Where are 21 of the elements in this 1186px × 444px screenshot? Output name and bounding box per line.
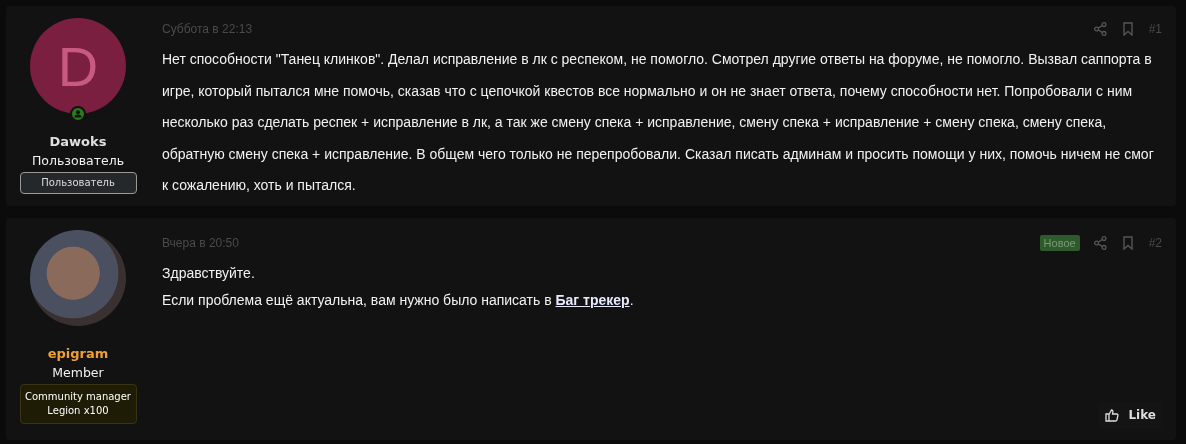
bookmark-icon[interactable] [1122, 236, 1133, 250]
user-banner: Community manager Legion x100 [19, 384, 137, 424]
post-text: Если проблема ещё актуальна, вам нужно было написать в Баг трекер. [162, 291, 635, 310]
post-text: Нет способности "Танец клинков". Делал исправление в лк с респеком, не помогло. Смотрел другие ответы на форуме, не помогло. Вызвал саппорта в игре, который пытался мне помочь, сказав что с цепочкой квестов все нормально и он не знает ответа, почему способности нет. Попробовали с ним несколько раз сделать респек + исправление в лк, а так же смену спека + исправление, смену спека + исправление + смену спека, смену спека, обратную смену спека + исправление. В общем чего только не перепробовали. Сказал писать админам и просить помощи у них, помочь ничем не смог к сожалению, хоть и пытался. [162, 50, 1155, 195]
user-title: Пользователь [31, 153, 125, 168]
share-icon[interactable] [1093, 22, 1107, 36]
bug-tracker-link[interactable]: Баг трекер [555, 292, 630, 308]
post-number-link[interactable]: #1 [1148, 22, 1162, 36]
post-number-link[interactable]: #2 [1148, 236, 1162, 250]
post-date-link[interactable]: Суббота в 22:13 [162, 22, 253, 36]
bookmark-icon[interactable] [1122, 22, 1133, 36]
user-banner: Пользователь [19, 172, 137, 194]
share-icon[interactable] [1093, 236, 1107, 250]
thumbs-up-icon [1105, 408, 1120, 422]
username-link[interactable]: epigram [47, 346, 109, 361]
new-badge: Новое [1039, 235, 1080, 251]
post-text: Здравствуйте. [162, 264, 256, 283]
username-link[interactable]: Dawoks [49, 134, 107, 149]
user-title: Member [52, 365, 104, 380]
avatar-letter[interactable]: D [30, 18, 126, 114]
post-date-link[interactable]: Вчера в 20:50 [162, 236, 239, 250]
